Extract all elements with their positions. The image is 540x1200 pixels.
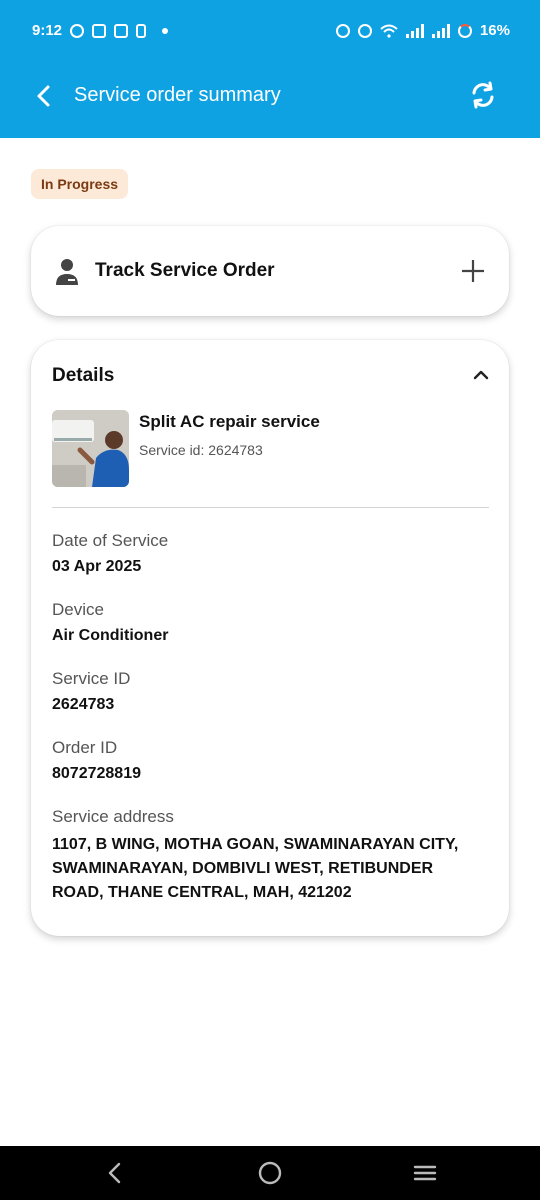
- device-label: Device: [52, 600, 104, 619]
- wifi-icon: [380, 24, 398, 38]
- signal-icon: [431, 23, 450, 38]
- notification-icon: [114, 23, 129, 38]
- divider: [52, 507, 489, 508]
- service-id-label: Service ID: [52, 669, 131, 688]
- signal-icon: [405, 23, 424, 38]
- date-of-service-label: Date of Service: [52, 531, 169, 550]
- details-card: Details Split AC repair service Service …: [31, 340, 509, 936]
- chevron-up-icon[interactable]: [473, 367, 489, 383]
- refresh-icon[interactable]: [468, 80, 498, 110]
- back-arrow-icon[interactable]: [30, 82, 58, 110]
- date-of-service-value: 03 Apr 2025: [52, 558, 142, 575]
- nav-menu-icon[interactable]: [412, 1160, 438, 1186]
- plus-icon[interactable]: [461, 259, 485, 283]
- system-nav-bar: [0, 1146, 540, 1200]
- top-header: 9:12 16% Service order summary: [0, 0, 540, 138]
- service-address-label: Service address: [52, 807, 174, 826]
- service-thumbnail: [52, 410, 129, 487]
- track-service-order-label: Track Service Order: [95, 260, 275, 281]
- battery-icon: [457, 23, 472, 38]
- app-bar: Service order summary: [0, 64, 540, 138]
- service-id-value: 2624783: [52, 696, 115, 713]
- track-service-order-card[interactable]: Track Service Order: [31, 226, 509, 316]
- page-title: Service order summary: [74, 84, 281, 106]
- person-icon: [56, 259, 78, 285]
- order-id-value: 8072728819: [52, 765, 141, 782]
- status-time: 9:12: [32, 22, 63, 39]
- notification-icon: [92, 23, 107, 38]
- service-id-line: Service id: 2624783: [139, 442, 263, 458]
- battery-percent: 16%: [479, 22, 510, 39]
- status-badge: In Progress: [31, 169, 129, 199]
- device-value: Air Conditioner: [52, 627, 169, 644]
- nav-home-icon[interactable]: [257, 1160, 283, 1186]
- more-notifications-dot: [162, 27, 169, 34]
- alarm-icon: [335, 23, 350, 38]
- battery-alert-icon: [136, 23, 147, 38]
- details-heading: Details: [52, 365, 115, 386]
- service-name: Split AC repair service: [139, 412, 320, 431]
- wifi-calling-icon: [357, 23, 372, 38]
- order-id-label: Order ID: [52, 738, 118, 757]
- service-address-value: 1107, B WING, MOTHA GOAN, SWAMINARAYAN C…: [52, 836, 459, 901]
- nav-back-icon[interactable]: [102, 1160, 128, 1186]
- status-bar: 9:12 16%: [0, 0, 540, 64]
- whatsapp-icon: [70, 23, 85, 38]
